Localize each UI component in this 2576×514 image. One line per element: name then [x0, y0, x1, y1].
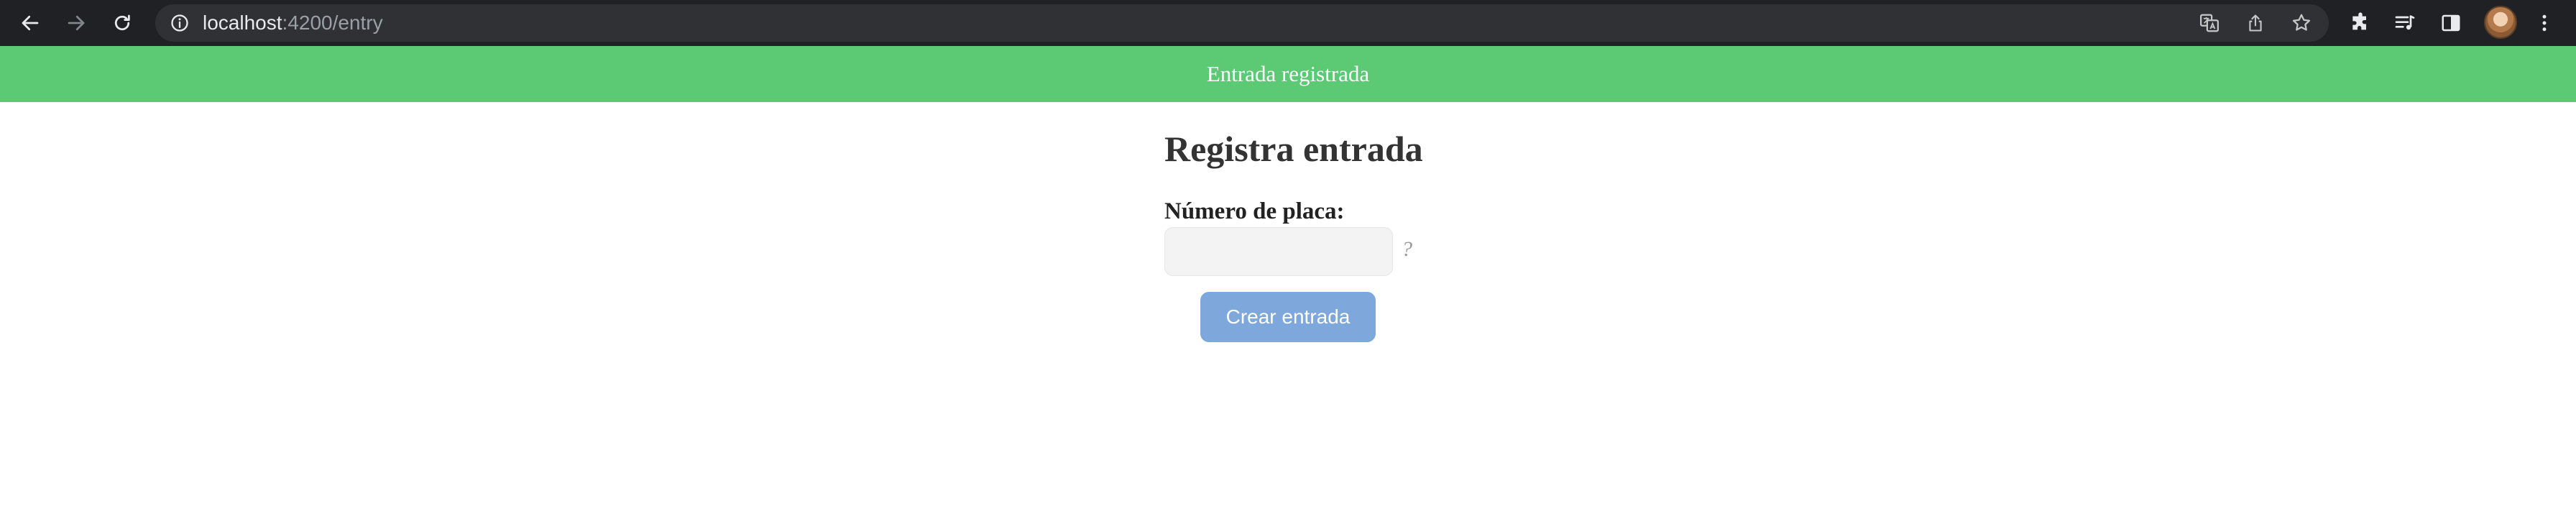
avatar[interactable] — [2484, 6, 2517, 39]
share-icon — [2249, 14, 2262, 32]
side-panel-icon — [2442, 14, 2460, 32]
back-button[interactable] — [13, 6, 47, 40]
forward-button[interactable] — [59, 6, 93, 40]
browser-toolbar: localhost:4200/entry — [0, 0, 2576, 46]
url-text[interactable]: localhost:4200/entry — [203, 4, 383, 42]
back-arrow-icon — [22, 15, 39, 31]
translate-button[interactable] — [2196, 10, 2222, 36]
browser-menu-button[interactable] — [2530, 9, 2559, 37]
extensions-button[interactable] — [2346, 9, 2375, 37]
plate-number-input[interactable] — [1164, 227, 1393, 276]
kebab-menu-icon — [2542, 14, 2547, 32]
reload-icon — [114, 14, 130, 31]
reading-list-icon — [2395, 15, 2415, 30]
address-bar[interactable]: localhost:4200/entry — [155, 4, 2329, 42]
reading-list-button[interactable] — [2391, 9, 2419, 37]
url-host: localhost — [203, 12, 282, 34]
success-banner: Entrada registrada — [0, 46, 2576, 102]
share-button[interactable] — [2242, 10, 2268, 36]
bookmark-button[interactable] — [2288, 10, 2314, 36]
url-path: :4200/entry — [282, 12, 383, 34]
forward-arrow-icon — [68, 15, 85, 31]
side-panel-button[interactable] — [2437, 9, 2465, 37]
create-entry-button[interactable]: Crear entrada — [1200, 292, 1376, 342]
star-icon — [2292, 14, 2311, 31]
reload-button[interactable] — [105, 6, 139, 40]
info-icon[interactable] — [170, 13, 190, 33]
puzzle-icon — [2352, 12, 2366, 30]
help-icon: ? — [1402, 237, 1412, 261]
success-message: Entrada registrada — [1206, 61, 1370, 86]
translate-icon — [2200, 14, 2219, 32]
plate-number-label: Número de placa: — [1164, 198, 1345, 224]
page-title: Registra entrada — [1164, 129, 1423, 169]
